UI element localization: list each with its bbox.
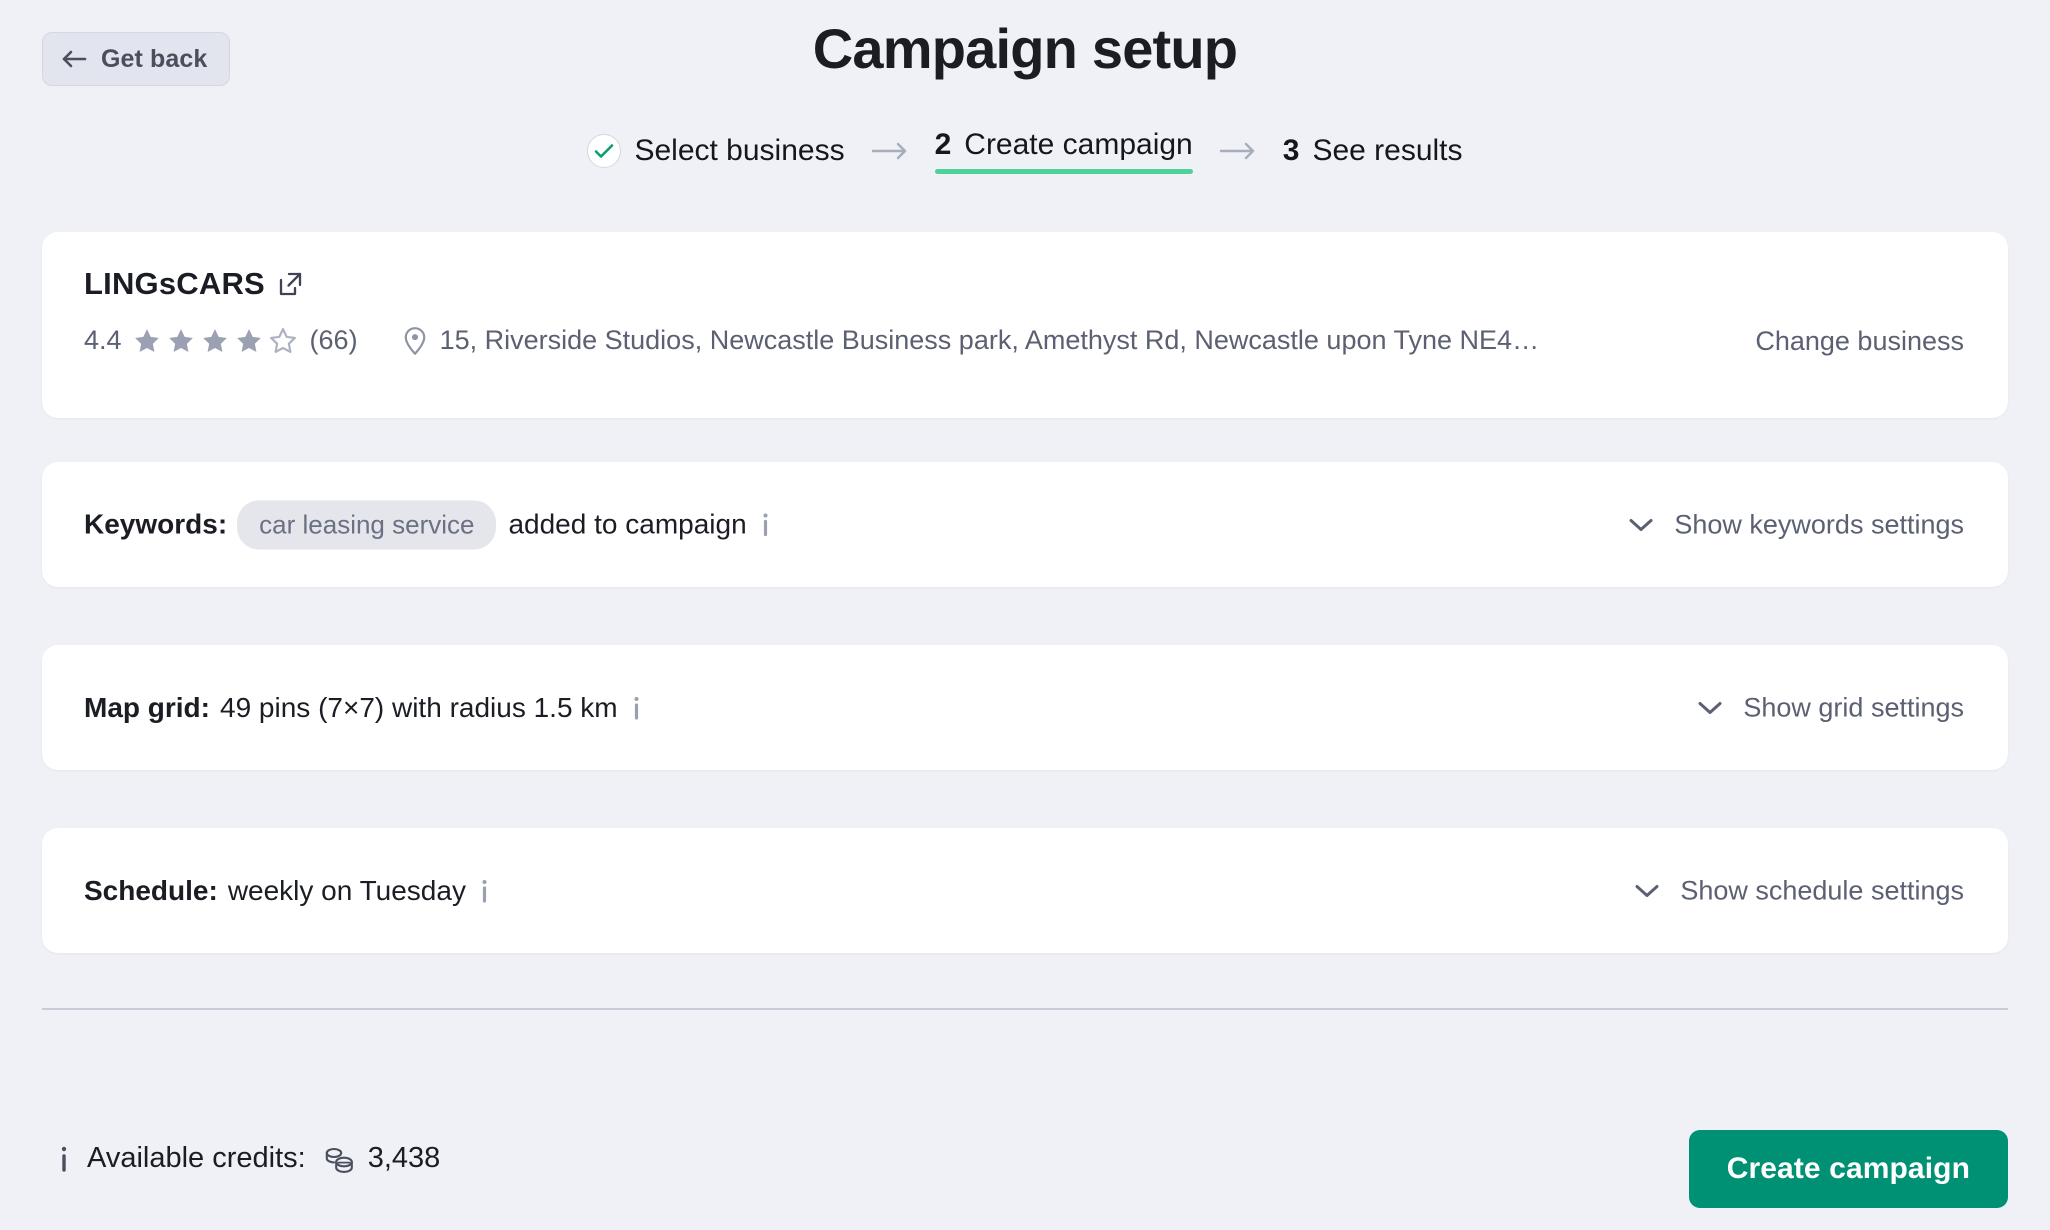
rating-value: 4.4 (84, 325, 122, 355)
rating-stars (132, 326, 298, 356)
create-campaign-button[interactable]: Create campaign (1688, 1130, 2008, 1208)
review-count: (66) (309, 325, 358, 355)
star-filled-icon (236, 328, 261, 352)
stepper: Select business 2 Create campaign 3 See … (0, 128, 2050, 174)
schedule-label: Schedule: (84, 874, 218, 906)
toggle-label: Show keywords settings (1674, 509, 1964, 539)
external-link-icon[interactable] (278, 271, 304, 297)
chevron-down-icon (1634, 883, 1660, 899)
show-grid-settings-button[interactable]: Show grid settings (1697, 692, 1964, 723)
step-select-business[interactable]: Select business (587, 134, 845, 168)
campaign-setup-page: Get back Campaign setup Select business … (0, 0, 2050, 1230)
step-number: 3 (1282, 134, 1300, 167)
credits-value: 3,438 (367, 1142, 441, 1174)
map-grid-summary: Map grid: 49 pins (7×7) with radius 1.5 … (84, 692, 642, 724)
show-schedule-settings-button[interactable]: Show schedule settings (1634, 875, 1964, 906)
keywords-text: added to campaign (508, 508, 747, 540)
active-step-underline (934, 169, 1193, 174)
star-filled-icon (168, 328, 193, 352)
map-grid-text: 49 pins (7×7) with radius 1.5 km (220, 691, 618, 723)
step-label: See results (1312, 134, 1463, 167)
toggle-label: Show schedule settings (1680, 875, 1964, 905)
business-card: LINGsCARS 4.4 (66) 15, Riverside Studios… (42, 232, 2008, 418)
toggle-label: Show grid settings (1743, 692, 1964, 722)
chevron-down-icon (1628, 517, 1654, 533)
footer-divider (42, 1008, 2008, 1010)
step-create-campaign[interactable]: 2 Create campaign (934, 128, 1193, 174)
keywords-card: Keywords: car leasing service added to c… (42, 462, 2008, 587)
step-label: Create campaign (964, 128, 1193, 161)
credits-label: Available credits: (87, 1142, 306, 1174)
map-grid-label: Map grid: (84, 691, 210, 723)
info-icon[interactable] (479, 878, 490, 904)
business-meta: 4.4 (66) 15, Riverside Studios, Newcastl… (84, 325, 1539, 356)
keywords-label: Keywords: (84, 508, 228, 540)
location-pin-icon (402, 326, 428, 356)
keyword-chip[interactable]: car leasing service (237, 500, 497, 549)
business-name-row: LINGsCARS (84, 266, 304, 302)
info-icon[interactable] (760, 512, 771, 538)
step-number: 2 (934, 128, 952, 161)
info-icon[interactable] (58, 1145, 70, 1173)
step-arrow-icon (871, 141, 909, 161)
coins-icon (322, 1144, 356, 1174)
schedule-summary: Schedule: weekly on Tuesday (84, 875, 490, 907)
page-title: Campaign setup (812, 17, 1238, 80)
star-filled-icon (202, 328, 227, 352)
info-icon[interactable] (631, 695, 642, 721)
schedule-card: Schedule: weekly on Tuesday Show schedul… (42, 828, 2008, 953)
business-name: LINGsCARS (84, 266, 265, 301)
business-address: 15, Riverside Studios, Newcastle Busines… (402, 325, 1540, 356)
schedule-text: weekly on Tuesday (227, 874, 466, 906)
map-grid-card: Map grid: 49 pins (7×7) with radius 1.5 … (42, 645, 2008, 770)
star-outline-icon (269, 327, 296, 353)
chevron-down-icon (1697, 700, 1723, 716)
keywords-summary: Keywords: car leasing service added to c… (84, 500, 771, 549)
show-keywords-settings-button[interactable]: Show keywords settings (1628, 509, 1964, 540)
address-text: 15, Riverside Studios, Newcastle Busines… (439, 325, 1540, 355)
step-see-results[interactable]: 3 See results (1283, 134, 1463, 168)
available-credits: Available credits: 3,438 (58, 1142, 440, 1175)
check-icon (587, 134, 622, 168)
top-bar: Get back Campaign setup (0, 0, 2050, 120)
step-arrow-icon (1219, 141, 1257, 161)
change-business-link[interactable]: Change business (1755, 326, 1964, 357)
step-label: Select business (634, 134, 845, 167)
star-filled-icon (134, 328, 159, 352)
